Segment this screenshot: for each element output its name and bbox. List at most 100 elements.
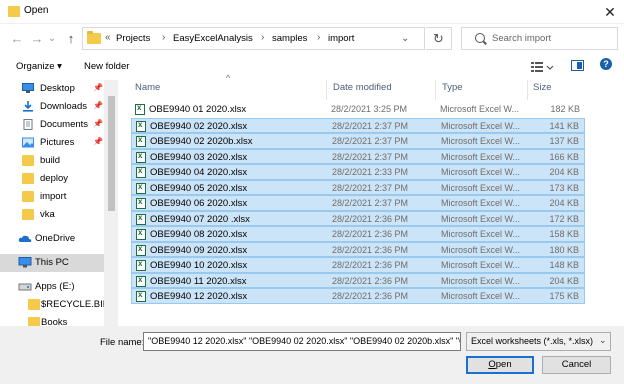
file-row[interactable]: OBE9940 07 2020 .xlsx 28/2/2021 2:36 PM Mi… [131, 210, 585, 226]
nav-item-import[interactable]: import [0, 188, 104, 206]
column-header-date-modified[interactable]: Date modified [333, 82, 392, 93]
nav-item-pictures[interactable]: Pictures 📌 [0, 134, 104, 152]
new-folder-button[interactable]: New folder [84, 61, 129, 72]
documents-icon [23, 119, 33, 130]
organize-button[interactable]: Organize ▾ [16, 61, 62, 72]
file-size: 182 KB [550, 104, 580, 114]
nav-item-apps-drive[interactable]: Apps (E:) [0, 278, 104, 296]
view-options-icon[interactable] [530, 61, 554, 73]
breadcrumb-projects[interactable]: Projects [116, 33, 150, 44]
pin-icon[interactable]: 📌 [93, 83, 103, 92]
file-row[interactable]: OBE9940 12 2020.xlsx 28/2/2021 2:36 PM Mic… [131, 288, 585, 304]
sort-ascending-icon: ^ [226, 73, 231, 83]
nav-item-label: $RECYCLE.BIN [41, 299, 110, 310]
column-header-size[interactable]: Size [533, 82, 551, 93]
nav-item-vka[interactable]: vka [0, 206, 104, 224]
file-name: OBE9940 03 2020.xlsx [150, 151, 248, 163]
excel-file-icon [136, 213, 146, 225]
excel-file-icon [136, 151, 146, 163]
cancel-button[interactable]: Cancel [542, 356, 611, 374]
file-row[interactable]: OBE9940 02 2020.xlsx 28/2/2021 2:37 PM Mic… [131, 117, 585, 133]
file-name: OBE9940 07 2020 .xlsx [150, 213, 250, 225]
column-divider[interactable] [527, 80, 528, 100]
breadcrumb-separator[interactable]: › [317, 32, 320, 43]
file-date-modified: 28/2/2021 2:36 PM [332, 291, 409, 301]
search-input[interactable]: Search import [461, 27, 618, 50]
download-icon [23, 101, 33, 112]
file-type-select[interactable]: Excel worksheets (*.xls, *.xlsx) [466, 332, 611, 351]
file-name: OBE9940 02 2020b.xlsx [150, 136, 253, 147]
nav-item-deploy[interactable]: deploy [0, 170, 104, 188]
address-bar[interactable]: « Projects › EasyExcelAnalysis › samples… [82, 27, 425, 50]
column-header-type[interactable]: Type [442, 82, 463, 93]
nav-item-label: Documents [40, 119, 89, 130]
chevron-down-icon[interactable]: ⌄ [599, 335, 607, 346]
breadcrumb-separator[interactable]: › [162, 32, 165, 43]
back-button[interactable]: ← [8, 30, 26, 48]
forward-button[interactable]: → [28, 30, 46, 48]
recent-locations-chevron-icon[interactable]: ⌄ [46, 30, 58, 48]
nav-item-recycle-bin[interactable]: $RECYCLE.BIN [0, 296, 110, 314]
file-list: OBE9940 01 2020.xlsx 28/2/2021 3:25 PM Mic… [119, 102, 624, 312]
file-type: Microsoft Excel W... [441, 244, 521, 255]
file-row[interactable]: OBE9940 10 2020.xlsx 28/2/2021 2:36 PM Mic… [131, 257, 585, 273]
nav-item-downloads[interactable]: Downloads 📌 [0, 98, 104, 116]
file-size: 204 KB [549, 167, 579, 177]
pin-icon[interactable]: 📌 [93, 101, 103, 110]
file-row[interactable]: OBE9940 04 2020.xlsx 28/2/2021 2:33 PM Mic… [131, 164, 585, 180]
nav-item-build[interactable]: build [0, 152, 104, 170]
file-size: 148 KB [549, 260, 579, 270]
file-size: 175 KB [549, 291, 579, 301]
file-name: OBE9940 06 2020.xlsx [150, 198, 248, 209]
file-size: 204 KB [549, 198, 579, 208]
excel-file-icon [136, 120, 146, 132]
file-row[interactable]: OBE9940 03 2020.xlsx 28/2/2021 2:37 PM Mic… [131, 148, 585, 164]
nav-item-this-pc[interactable]: This PC [0, 254, 104, 272]
file-date-modified: 28/2/2021 2:36 PM [332, 229, 409, 239]
file-type: Microsoft Excel W... [441, 213, 521, 224]
pin-icon[interactable]: 📌 [93, 119, 103, 128]
nav-item-books[interactable]: Books [0, 314, 104, 326]
file-row[interactable]: OBE9940 09 2020.xlsx 28/2/2021 2:36 PM Mic… [131, 241, 585, 257]
breadcrumb-import[interactable]: import [328, 33, 354, 44]
file-row[interactable]: OBE9940 02 2020b.xlsx 28/2/2021 2:37 PM Mi… [131, 133, 585, 149]
column-divider[interactable] [435, 80, 436, 100]
nav-item-label: Desktop [40, 83, 75, 94]
file-date-modified: 28/2/2021 2:36 PM [332, 275, 409, 286]
preview-pane-icon[interactable] [571, 60, 584, 71]
open-button[interactable]: Open [466, 356, 534, 374]
file-row[interactable]: OBE9940 01 2020.xlsx 28/2/2021 3:25 PM Mic… [131, 102, 585, 118]
file-type: Microsoft Excel W... [441, 167, 521, 177]
close-button[interactable]: ✕ [596, 0, 624, 24]
up-button[interactable]: ↑ [62, 30, 80, 48]
folder-icon [22, 155, 34, 166]
column-header-name[interactable]: Name [135, 82, 160, 93]
navigation-pane: Desktop 📌 Downloads 📌 Documents 📌 Pictur… [0, 80, 118, 326]
file-size: 141 KB [549, 120, 579, 131]
file-name-input[interactable]: "OBE9940 12 2020.xlsx" "OBE9940 02 2020.… [143, 332, 461, 351]
nav-item-desktop[interactable]: Desktop 📌 [0, 80, 104, 98]
nav-item-documents[interactable]: Documents 📌 [0, 116, 104, 134]
address-history-chevron-icon[interactable]: ⌄ [401, 33, 409, 44]
folder-icon [28, 299, 40, 310]
refresh-button[interactable]: ↻ [426, 27, 452, 50]
excel-file-icon [136, 275, 146, 287]
file-row[interactable]: OBE9940 11 2020.xlsx 28/2/2021 2:36 PM Mic… [131, 272, 585, 288]
nav-item-onedrive[interactable]: OneDrive [0, 230, 104, 248]
breadcrumb-separator[interactable]: › [261, 32, 264, 43]
column-divider[interactable] [326, 80, 327, 100]
help-button[interactable]: ? [600, 58, 612, 70]
breadcrumb-overflow[interactable]: « [105, 32, 111, 43]
file-size: 166 KB [549, 151, 579, 162]
nav-scrollbar-thumb[interactable] [108, 96, 115, 211]
file-row[interactable]: OBE9940 05 2020.xlsx 28/2/2021 2:37 PM Mic… [131, 179, 585, 195]
title-bar: Open ✕ [0, 0, 624, 24]
breadcrumb-samples[interactable]: samples [272, 33, 307, 44]
pin-icon[interactable]: 📌 [93, 137, 103, 146]
file-row[interactable]: OBE9940 08 2020.xlsx 28/2/2021 2:36 PM Mic… [131, 226, 585, 242]
folder-icon [22, 191, 34, 202]
nav-item-label: import [40, 191, 67, 202]
file-row[interactable]: OBE9940 06 2020.xlsx 28/2/2021 2:37 PM Mic… [131, 195, 585, 211]
breadcrumb-easyexcelanalysis[interactable]: EasyExcelAnalysis [173, 33, 253, 44]
file-date-modified: 28/2/2021 2:37 PM [332, 120, 409, 131]
